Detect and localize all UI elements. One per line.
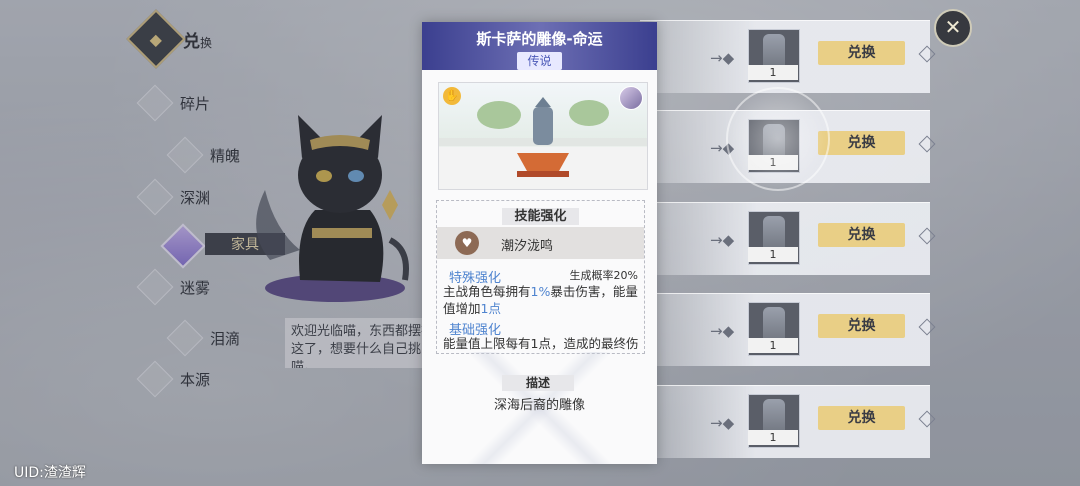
rarity-badge: 传说 bbox=[517, 52, 562, 70]
shop-row: →◆ 1 兑换 bbox=[640, 293, 936, 366]
character-avatar[interactable] bbox=[619, 86, 643, 110]
arrow-right-icon: →◆ bbox=[710, 414, 735, 432]
item-detail-modal: 斯卡萨的雕像-命运 传说 ✋ 技能强化 ♥ 潮汐泷鸣 特殊强化 生成概率20% … bbox=[422, 22, 657, 464]
selected-item-glow bbox=[726, 87, 830, 191]
exchange-button[interactable]: 兑换 bbox=[818, 314, 905, 338]
exchange-button[interactable]: 兑换 bbox=[818, 131, 905, 155]
item-preview: ✋ bbox=[438, 82, 648, 190]
exchange-button[interactable]: 兑换 bbox=[818, 406, 905, 430]
arrow-right-icon: →◆ bbox=[710, 49, 735, 67]
item-title: 斯卡萨的雕像-命运 bbox=[476, 30, 603, 48]
arrow-right-icon: →◆ bbox=[710, 231, 735, 249]
shop-row: →◆ 1 兑换 bbox=[640, 20, 936, 93]
description-text: 深海后裔的雕像 bbox=[493, 398, 585, 413]
shop-row: →◆ 1 兑换 bbox=[640, 385, 936, 458]
skill-section-label: 技能强化 bbox=[437, 205, 644, 225]
shop-row: →◆ 1 兑换 bbox=[640, 202, 936, 275]
statue-illustration bbox=[439, 97, 647, 177]
arrow-right-icon: →◆ bbox=[710, 322, 735, 340]
basic-enhancement-desc: 能量值上限每有1点，造成的最终伤 bbox=[443, 336, 639, 351]
hand-icon: ✋ bbox=[443, 87, 461, 105]
item-quantity: 1 bbox=[748, 65, 798, 80]
exchange-button[interactable]: 兑换 bbox=[818, 41, 905, 65]
description-label: 描述 bbox=[502, 375, 574, 391]
item-quantity: 1 bbox=[748, 430, 798, 445]
skill-name: 潮汐泷鸣 bbox=[501, 239, 554, 254]
special-enhancement-desc: 主战角色每拥有1%暴击伤害，能量值增加1点 bbox=[443, 284, 638, 316]
heart-icon: ♥ bbox=[455, 231, 479, 255]
item-quantity: 1 bbox=[748, 247, 798, 262]
item-quantity: 1 bbox=[748, 338, 798, 353]
exchange-button[interactable]: 兑换 bbox=[818, 223, 905, 247]
modal-header: 斯卡萨的雕像-命运 传说 bbox=[422, 22, 657, 70]
spawn-probability: 生成概率20% bbox=[569, 269, 638, 282]
skill-row: ♥ 潮汐泷鸣 bbox=[437, 227, 644, 259]
skill-enhancement-panel: 技能强化 ♥ 潮汐泷鸣 特殊强化 生成概率20% 主战角色每拥有1%暴击伤害，能… bbox=[436, 200, 645, 354]
close-icon[interactable]: ✕ bbox=[934, 9, 972, 47]
user-id: UID:渣渣辉 bbox=[14, 465, 86, 481]
